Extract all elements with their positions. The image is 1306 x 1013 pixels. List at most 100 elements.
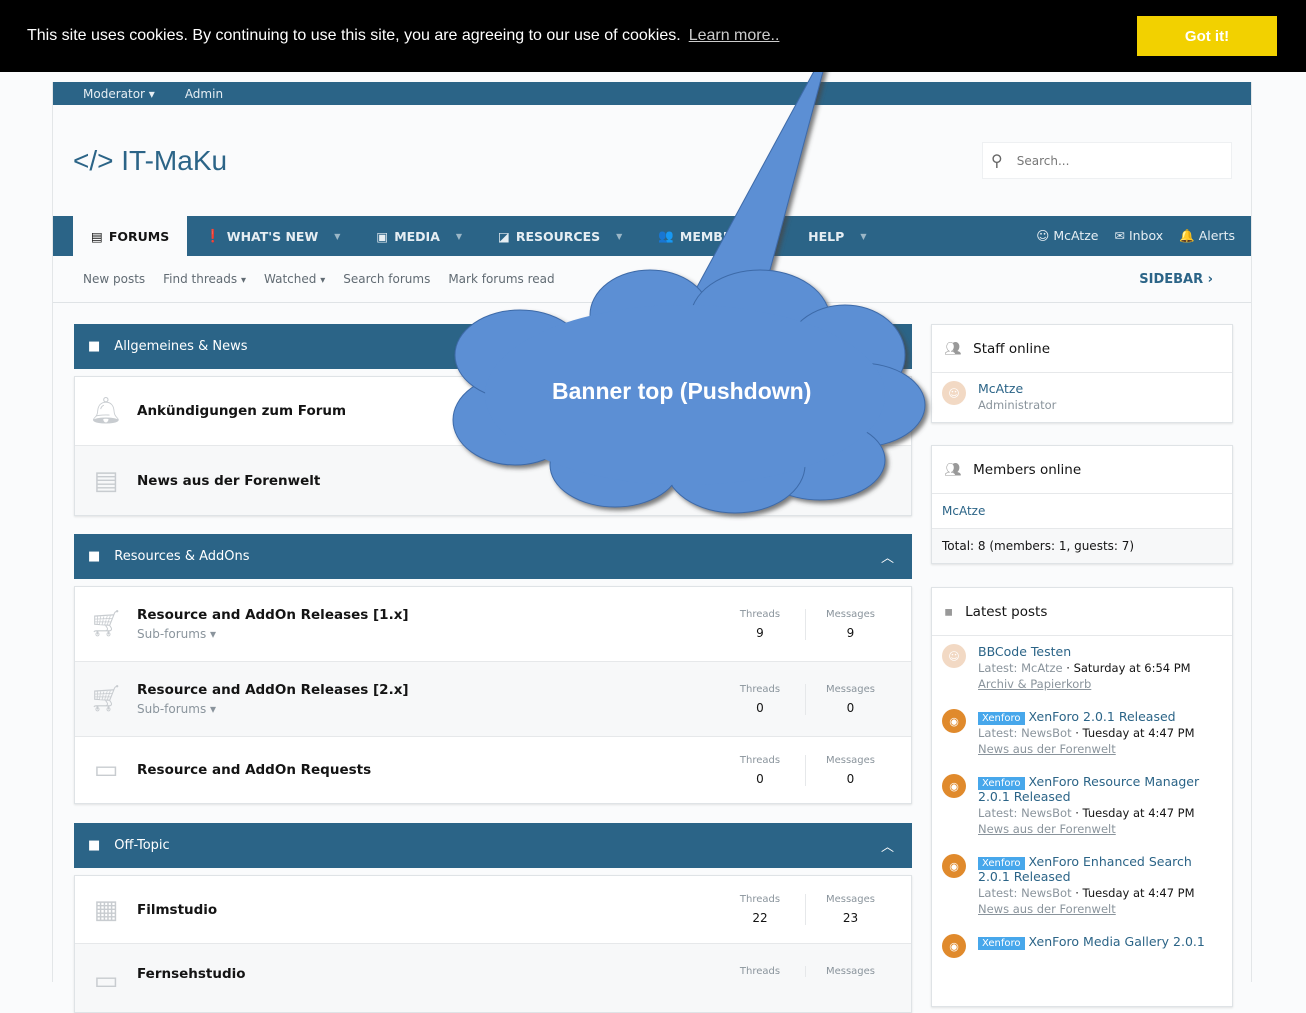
forum-row[interactable]: ▤ News aus der Forenwelt Threads Messages… — [75, 446, 911, 515]
find-threads-label: Find threads — [163, 272, 238, 286]
resources-icon: ◪ — [498, 228, 510, 244]
users-icon: 👥︎ — [944, 461, 962, 478]
got-it-button[interactable]: Got it! — [1137, 16, 1277, 56]
forum-title[interactable]: Resource and AddOn Requests — [137, 762, 371, 778]
post-user[interactable]: Latest: NewsBot — [978, 806, 1072, 820]
learn-more-link[interactable]: Learn more.. — [689, 27, 780, 45]
header: </> IT-MaKu ⚲ Search... — [53, 105, 1251, 216]
tab-members[interactable]: 👥 MEMBERS ▼ — [640, 216, 790, 256]
forum-title[interactable]: Filmstudio — [137, 902, 217, 918]
new-posts-link[interactable]: New posts — [83, 272, 145, 286]
chevron-down-icon[interactable]: ▼ — [334, 232, 340, 241]
moderator-menu[interactable]: Moderator ▾ — [83, 87, 155, 101]
find-threads-link[interactable]: Find threads ▾ — [163, 272, 246, 286]
tab-label: FORUMS — [108, 228, 170, 244]
tab-help[interactable]: HELP ▼ — [790, 216, 884, 256]
forum-link[interactable]: Archiv & Papierkorb — [978, 677, 1191, 691]
page: Moderator ▾ Admin </> IT-MaKu ⚲ Search...… — [52, 82, 1252, 1013]
avatar[interactable]: ☺ — [942, 381, 966, 405]
messages-value: 9 — [846, 625, 855, 640]
forum-title[interactable]: Fernsehstudio — [137, 966, 246, 982]
chevron-down-icon[interactable]: ▼ — [456, 232, 462, 241]
post-user[interactable]: Latest: NewsBot — [978, 726, 1072, 740]
cookie-text: This site uses cookies. By continuing to… — [27, 27, 681, 44]
forum-title[interactable]: Resource and AddOn Releases [2.x] — [137, 682, 409, 698]
forum-row[interactable]: ▭ Resource and AddOn Requests Threads 0 Mes… — [75, 737, 911, 803]
subforums-label: Sub-forums — [137, 702, 207, 716]
threads-label: Threads — [739, 465, 781, 476]
post-link[interactable]: BBCode Testen — [978, 644, 1071, 659]
tab-whats-new[interactable]: ❗ WHAT'S NEW ▼ — [187, 216, 358, 256]
category-title: Off-Topic — [114, 838, 170, 853]
forum-row[interactable]: 🛒︎ Resource and AddOn Releases [1.x] Sub-f… — [75, 587, 911, 662]
cookie-banner: This site uses cookies. By continuing to… — [0, 0, 1306, 72]
forum-title[interactable]: News aus der Forenwelt — [137, 473, 320, 489]
alerts-link[interactable]: 🔔 Alerts — [1179, 228, 1235, 244]
folder-icon: ■ — [88, 838, 101, 853]
tab-label: HELP — [808, 228, 845, 244]
alerts-label: Alerts — [1198, 228, 1235, 243]
chevron-down-icon[interactable]: ▼ — [860, 232, 866, 241]
subforums-toggle[interactable]: Sub-forums ▾ — [137, 702, 409, 716]
cart-icon: 🛒︎ — [89, 684, 123, 714]
forum-title[interactable]: Ankündigungen zum Forum — [137, 403, 346, 419]
user-name: McAtze — [1053, 228, 1099, 243]
threads-label: Threads — [739, 754, 781, 766]
threads-stat: Threads — [715, 966, 805, 977]
forum-link[interactable]: News aus der Forenwelt — [978, 822, 1222, 836]
threads-value: 22 — [752, 911, 768, 925]
messages-value: 0 — [846, 700, 855, 715]
inbox-link[interactable]: ✉ Inbox — [1114, 228, 1163, 244]
staff-online-widget: 👥︎ Staff online ☺ McAtze Administrator — [931, 324, 1233, 423]
chevron-up-icon[interactable]: ︿ — [881, 547, 894, 566]
threads-value: 9 — [756, 625, 764, 640]
users-icon: 👥︎ — [944, 340, 962, 357]
messages-value: 23 — [842, 911, 859, 925]
staff-bar: Moderator ▾ Admin — [53, 82, 1251, 105]
tab-media[interactable]: ▣ MEDIA ▼ — [358, 216, 480, 256]
sidebar-toggle[interactable]: SIDEBAR › — [1139, 272, 1213, 287]
post-link[interactable]: Xenforo XenForo Enhanced Search 2.0.1 Rel… — [978, 854, 1192, 884]
chevron-up-icon[interactable]: ︿ — [881, 836, 894, 855]
search-forums-link[interactable]: Search forums — [343, 272, 430, 286]
forum-row[interactable]: ▭ Fernsehstudio Threads Messages — [75, 944, 911, 1012]
mark-read-link[interactable]: Mark forums read — [448, 272, 554, 286]
latest-post: ☺ BBCode Testen Latest: McAtze · Saturday … — [932, 636, 1232, 701]
category-header[interactable]: ■ Allgemeines & News — [74, 324, 912, 369]
post-time: · Tuesday at 4:47 PM — [1075, 806, 1195, 820]
inbox-label: Inbox — [1128, 228, 1164, 243]
forum-link[interactable]: News aus der Forenwelt — [978, 902, 1222, 916]
chevron-down-icon[interactable]: ▼ — [766, 232, 772, 241]
chevron-down-icon[interactable]: ▼ — [616, 232, 622, 241]
category-header[interactable]: ■ Off-Topic ︿ — [74, 823, 912, 868]
post-link[interactable]: Xenforo XenForo 2.0.1 Released — [978, 709, 1176, 725]
cart-icon: 🛒︎ — [89, 609, 123, 639]
post-time: · Tuesday at 4:47 PM — [1075, 886, 1195, 900]
post-user[interactable]: Latest: NewsBot — [978, 886, 1072, 900]
post-user[interactable]: Latest: McAtze — [978, 661, 1063, 675]
user-menu[interactable]: ☺ McAtze — [1036, 228, 1098, 244]
post-link[interactable]: Xenforo XenForo Resource Manager 2.0.1 Re… — [978, 774, 1199, 804]
moderator-label: Moderator — [83, 86, 145, 101]
forum-row[interactable]: ▦ Filmstudio Threads 22 Messages 23 — [75, 876, 911, 944]
post-link[interactable]: Xenforo XenForo Media Gallery 2.0.1 — [978, 934, 1205, 950]
user-link[interactable]: McAtze — [978, 381, 1023, 396]
category-header[interactable]: ■ Resources & AddOns ︿ — [74, 534, 912, 579]
search-input[interactable]: ⚲ Search... — [982, 142, 1232, 179]
admin-link[interactable]: Admin — [185, 87, 223, 101]
site-logo[interactable]: </> IT-MaKu — [73, 145, 227, 177]
latest-post: ◉ Xenforo XenForo Resource Manager 2.0.1 R… — [932, 766, 1232, 846]
forum-title[interactable]: Resource and AddOn Releases [1.x] — [137, 607, 409, 623]
threads-label: Threads — [739, 608, 781, 620]
avatar[interactable]: ☺ — [942, 644, 966, 668]
subforums-toggle[interactable]: Sub-forums ▾ — [137, 627, 409, 641]
forum-link[interactable]: News aus der Forenwelt — [978, 742, 1195, 756]
rss-icon: ◉ — [942, 774, 966, 798]
whats-new-icon: ❗ — [205, 228, 221, 243]
forum-row[interactable]: 🛒︎ Resource and AddOn Releases [2.x] Sub-f… — [75, 662, 911, 737]
user-link[interactable]: McAtze — [942, 504, 985, 518]
messages-label: Messages — [825, 465, 876, 476]
watched-link[interactable]: Watched ▾ — [264, 272, 325, 286]
tab-forums[interactable]: ▤ FORUMS — [73, 216, 188, 256]
tab-resources[interactable]: ◪ RESOURCES ▼ — [480, 216, 640, 256]
